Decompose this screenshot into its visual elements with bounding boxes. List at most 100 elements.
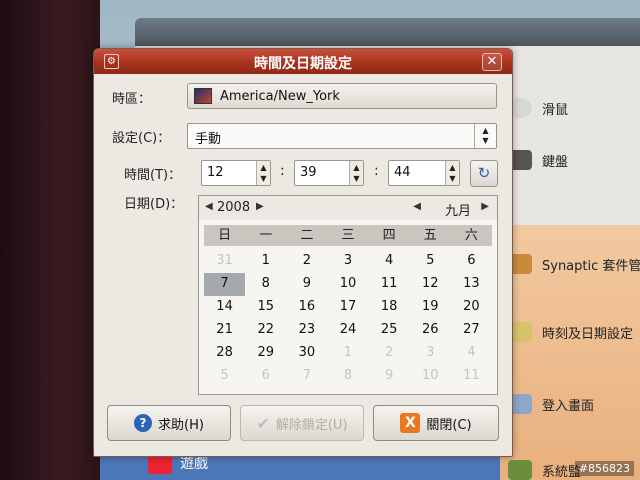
weekday-label: 二 [300, 228, 314, 243]
check-icon: ✔ [256, 413, 270, 433]
timezone-button[interactable]: America/New_York [187, 83, 497, 109]
calendar-day[interactable]: 5 [410, 250, 451, 273]
monitor-bezel [0, 0, 100, 480]
calendar-day[interactable]: 27 [451, 319, 492, 342]
calendar-day[interactable]: 17 [327, 296, 368, 319]
calendar-day[interactable]: 8 [327, 365, 368, 388]
calendar-days-grid[interactable]: 31 1 2 3 4 5 6 7 8 9 10 11 12 13 14 15 16 17 18 19 20 21 22 23 2… [204, 250, 492, 388]
spin-arrows-icon[interactable]: ▲ ▼ [349, 161, 363, 185]
spin-arrows-icon[interactable]: ▲ ▼ [256, 161, 270, 185]
calendar-day[interactable]: 4 [451, 342, 492, 365]
bg-item-synaptic[interactable]: Synaptic 套件管 [508, 254, 640, 274]
calendar-month: 九月 [444, 204, 471, 219]
calendar-day[interactable]: 8 [245, 273, 286, 296]
calendar-day[interactable]: 10 [410, 365, 451, 388]
time-label: 時間(T)： [124, 168, 182, 183]
next-month-icon[interactable]: ▶ [481, 201, 489, 212]
refresh-time-button[interactable]: ↻ [470, 160, 498, 187]
monitor-icon [508, 460, 532, 480]
time-separator: : [374, 163, 379, 179]
help-icon: ? [134, 414, 153, 432]
calendar-day[interactable]: 31 [204, 250, 245, 273]
help-button[interactable]: ? 求助(H) [107, 405, 231, 441]
help-button-label: 求助(H) [158, 417, 204, 433]
second-spinbox[interactable]: 44 ▲ ▼ [388, 160, 460, 186]
calendar-day[interactable]: 12 [410, 273, 451, 296]
bg-item-mouse[interactable]: 滑鼠 [508, 98, 568, 118]
refresh-icon: ↻ [477, 164, 491, 182]
weekday-label: 日 [218, 228, 232, 243]
calendar-day[interactable]: 9 [369, 365, 410, 388]
calendar-day[interactable]: 20 [451, 296, 492, 319]
calendar-day[interactable]: 11 [451, 365, 492, 388]
calendar-header: ◀ 2008 ▶ ◀ 九月 ▶ [199, 196, 497, 220]
time-separator: : [280, 163, 285, 179]
calendar-day[interactable]: 6 [245, 365, 286, 388]
next-year-icon[interactable]: ▶ [256, 201, 264, 212]
bg-item-keyboard[interactable]: 鍵盤 [508, 150, 568, 170]
weekday-header: 日一二三四五六 [204, 225, 492, 246]
prev-year-icon[interactable]: ◀ [205, 201, 213, 212]
calendar-day[interactable]: 28 [204, 342, 245, 365]
calendar-day[interactable]: 1 [245, 250, 286, 273]
timezone-value: America/New_York [220, 88, 340, 104]
calendar-day[interactable]: 4 [369, 250, 410, 273]
spin-arrows-icon[interactable]: ▲ ▼ [445, 161, 459, 185]
calendar-day[interactable]: 2 [286, 250, 327, 273]
calendar-day[interactable]: 24 [327, 319, 368, 342]
date-label: 日期(D)： [124, 197, 184, 212]
config-value: 手動 [195, 132, 222, 147]
calendar-day[interactable]: 3 [327, 250, 368, 273]
close-icon[interactable]: ✕ [482, 53, 502, 71]
prev-month-icon[interactable]: ◀ [413, 201, 421, 212]
calendar-day[interactable]: 13 [451, 273, 492, 296]
calendar-day[interactable]: 16 [286, 296, 327, 319]
unlock-button[interactable]: ✔ 解除鎖定(U) [240, 405, 364, 441]
calendar-day[interactable]: 30 [286, 342, 327, 365]
bg-item-time-settings[interactable]: 時刻及日期設定 [508, 322, 633, 342]
calendar-day[interactable]: 6 [451, 250, 492, 273]
bg-item-label: 鍵盤 [542, 154, 569, 170]
hour-value: 12 [207, 165, 224, 180]
calendar-day[interactable]: 26 [410, 319, 451, 342]
weekday-label: 四 [382, 228, 396, 243]
hour-spinbox[interactable]: 12 ▲ ▼ [201, 160, 271, 186]
calendar-day[interactable]: 15 [245, 296, 286, 319]
calendar-day-selected[interactable]: 7 [204, 273, 246, 296]
weekday-label: 一 [259, 228, 273, 243]
second-value: 44 [394, 165, 411, 180]
calendar-day[interactable]: 10 [327, 273, 368, 296]
weekday-label: 六 [464, 228, 478, 243]
unlock-button-label: 解除鎖定(U) [275, 417, 348, 433]
dialog-titlebar[interactable]: ⚙ 時間及日期設定 ✕ [94, 49, 512, 74]
calendar[interactable]: ◀ 2008 ▶ ◀ 九月 ▶ 日一二三四五六 31 1 2 3 4 5 6 7 8 9 10 11 1… [198, 195, 498, 395]
bg-item-login-screen[interactable]: 登入畫面 [508, 394, 594, 414]
calendar-day[interactable]: 7 [286, 365, 327, 388]
bg-item-system-monitor[interactable]: 系統監 [508, 460, 581, 480]
calendar-day[interactable]: 11 [369, 273, 410, 296]
calendar-day[interactable]: 14 [204, 296, 245, 319]
calendar-day[interactable]: 5 [204, 365, 245, 388]
calendar-day[interactable]: 18 [369, 296, 410, 319]
close-icon: X [400, 413, 421, 433]
calendar-day[interactable]: 9 [286, 273, 327, 296]
close-button[interactable]: X 關閉(C) [373, 405, 499, 441]
timezone-label: 時區： [112, 92, 152, 107]
minute-spinbox[interactable]: 39 ▲ ▼ [294, 160, 364, 186]
calendar-day[interactable]: 1 [327, 342, 368, 365]
watermark: #856823 [574, 461, 634, 476]
calendar-day[interactable]: 23 [286, 319, 327, 342]
background-window-titlebar [135, 18, 640, 46]
calendar-day[interactable]: 3 [410, 342, 451, 365]
calendar-day[interactable]: 19 [410, 296, 451, 319]
calendar-day[interactable]: 22 [245, 319, 286, 342]
calendar-year: 2008 [217, 200, 251, 215]
minute-value: 39 [300, 165, 317, 180]
time-date-dialog: ⚙ 時間及日期設定 ✕ 時區： America/New_York 設定(C)： … [93, 48, 513, 457]
calendar-day[interactable]: 21 [204, 319, 245, 342]
calendar-day[interactable]: 2 [369, 342, 410, 365]
calendar-day[interactable]: 29 [245, 342, 286, 365]
close-button-label: 關閉(C) [426, 417, 472, 433]
calendar-day[interactable]: 25 [369, 319, 410, 342]
config-select[interactable]: 手動 ▲ ▼ [187, 123, 497, 149]
